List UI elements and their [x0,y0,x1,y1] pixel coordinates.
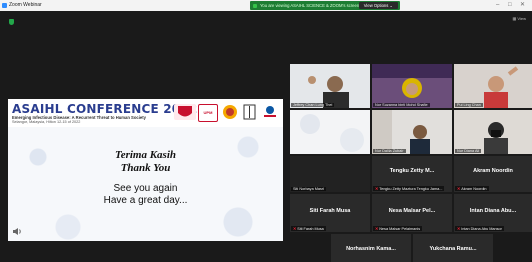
view-button[interactable]: ▦ View [513,16,527,21]
participant-tile[interactable]: Siti Norbaya Masri [290,156,370,192]
mic-muted-icon: ✕ [375,227,379,231]
participant-tile[interactable]: Nur Dalila Zubair [372,110,452,154]
share-status-icon [253,3,257,8]
participant-video [372,64,452,108]
malaysia-logo [261,104,279,120]
share-status-text: You are viewing ASAIHL SCIENCE & ZOOM's … [260,3,360,8]
participant-tile[interactable] [290,110,370,154]
participant-tile[interactable]: Akram Noordin ✕Akram Noordin [454,156,532,192]
participant-tile[interactable]: Siti Farah Musa ✕Siti Farah Musa [290,194,370,232]
shared-screen: ASAIHL CONFERENCE 2022 Emerging Infectio… [8,99,283,241]
slide-header: ASAIHL CONFERENCE 2022 Emerging Infectio… [8,99,283,127]
thanks-line-malay: Terima Kasih [114,149,177,161]
participant-video [290,110,370,154]
participant-tile[interactable]: Pui Ling Chan [454,64,532,108]
participant-video [372,110,452,154]
participant-video [454,110,532,154]
thanks-line-english: Thank You [120,162,171,174]
participant-tile[interactable]: Nesa Malsar Pel... ✕Nesa Malsar Pelaiman… [372,194,452,232]
thanks-text: Terima Kasih Thank You [8,149,283,175]
see-you-line: See you again [113,183,178,194]
participant-video [290,64,370,108]
participant-video [454,64,532,108]
mic-muted-icon: ✕ [375,187,379,191]
mic-muted-icon: ✕ [293,227,297,231]
conference-location: Selangor, Malaysia, Hilton 12-15 of 2022 [12,120,81,124]
upm-crest-logo [174,104,196,120]
swirl-logo [221,104,239,120]
security-shield-icon[interactable] [9,19,14,25]
participant-tile[interactable]: Jeffrey Chan Lung Thei [290,64,370,108]
mic-muted-icon: ✕ [457,227,461,231]
conference-title: ASAIHL CONFERENCE 2022 [12,102,198,116]
participant-tile[interactable]: Nur Diana Ali [454,110,532,154]
participant-tile[interactable]: Yukchana Ramu... [413,234,493,262]
participant-tile[interactable]: Nor Suzanna binti Mohd Shafie [372,64,452,108]
mic-muted-icon: ✕ [457,187,461,191]
participant-tile[interactable]: Intan Diana Abu... ✕Intan Diana Abu Mans… [454,194,532,232]
close-icon[interactable]: ✕ [520,0,525,11]
farewell-text: See you again Have a great day... [8,183,283,207]
emblem-logo [242,104,257,120]
great-day-line: Have a great day... [103,195,188,206]
maximize-icon[interactable]: □ [508,0,512,11]
speaker-icon [12,223,22,235]
view-options-button[interactable]: View Options ⌄ [358,2,398,9]
participant-tile[interactable]: Norhasnim Kama... [331,234,411,262]
upm-logo: UPM [198,104,218,122]
participant-tile[interactable]: Tengku Zetty M... ✕Tengku Zetty Maztura … [372,156,452,192]
minimize-icon[interactable]: – [496,0,499,11]
zoom-logo-icon [2,3,7,8]
screen-share-banner: You are viewing ASAIHL SCIENCE & ZOOM's … [250,1,400,10]
window-title: Zoom Webinar [9,2,42,8]
title-bar: Zoom Webinar You are viewing ASAIHL SCIE… [0,0,532,11]
